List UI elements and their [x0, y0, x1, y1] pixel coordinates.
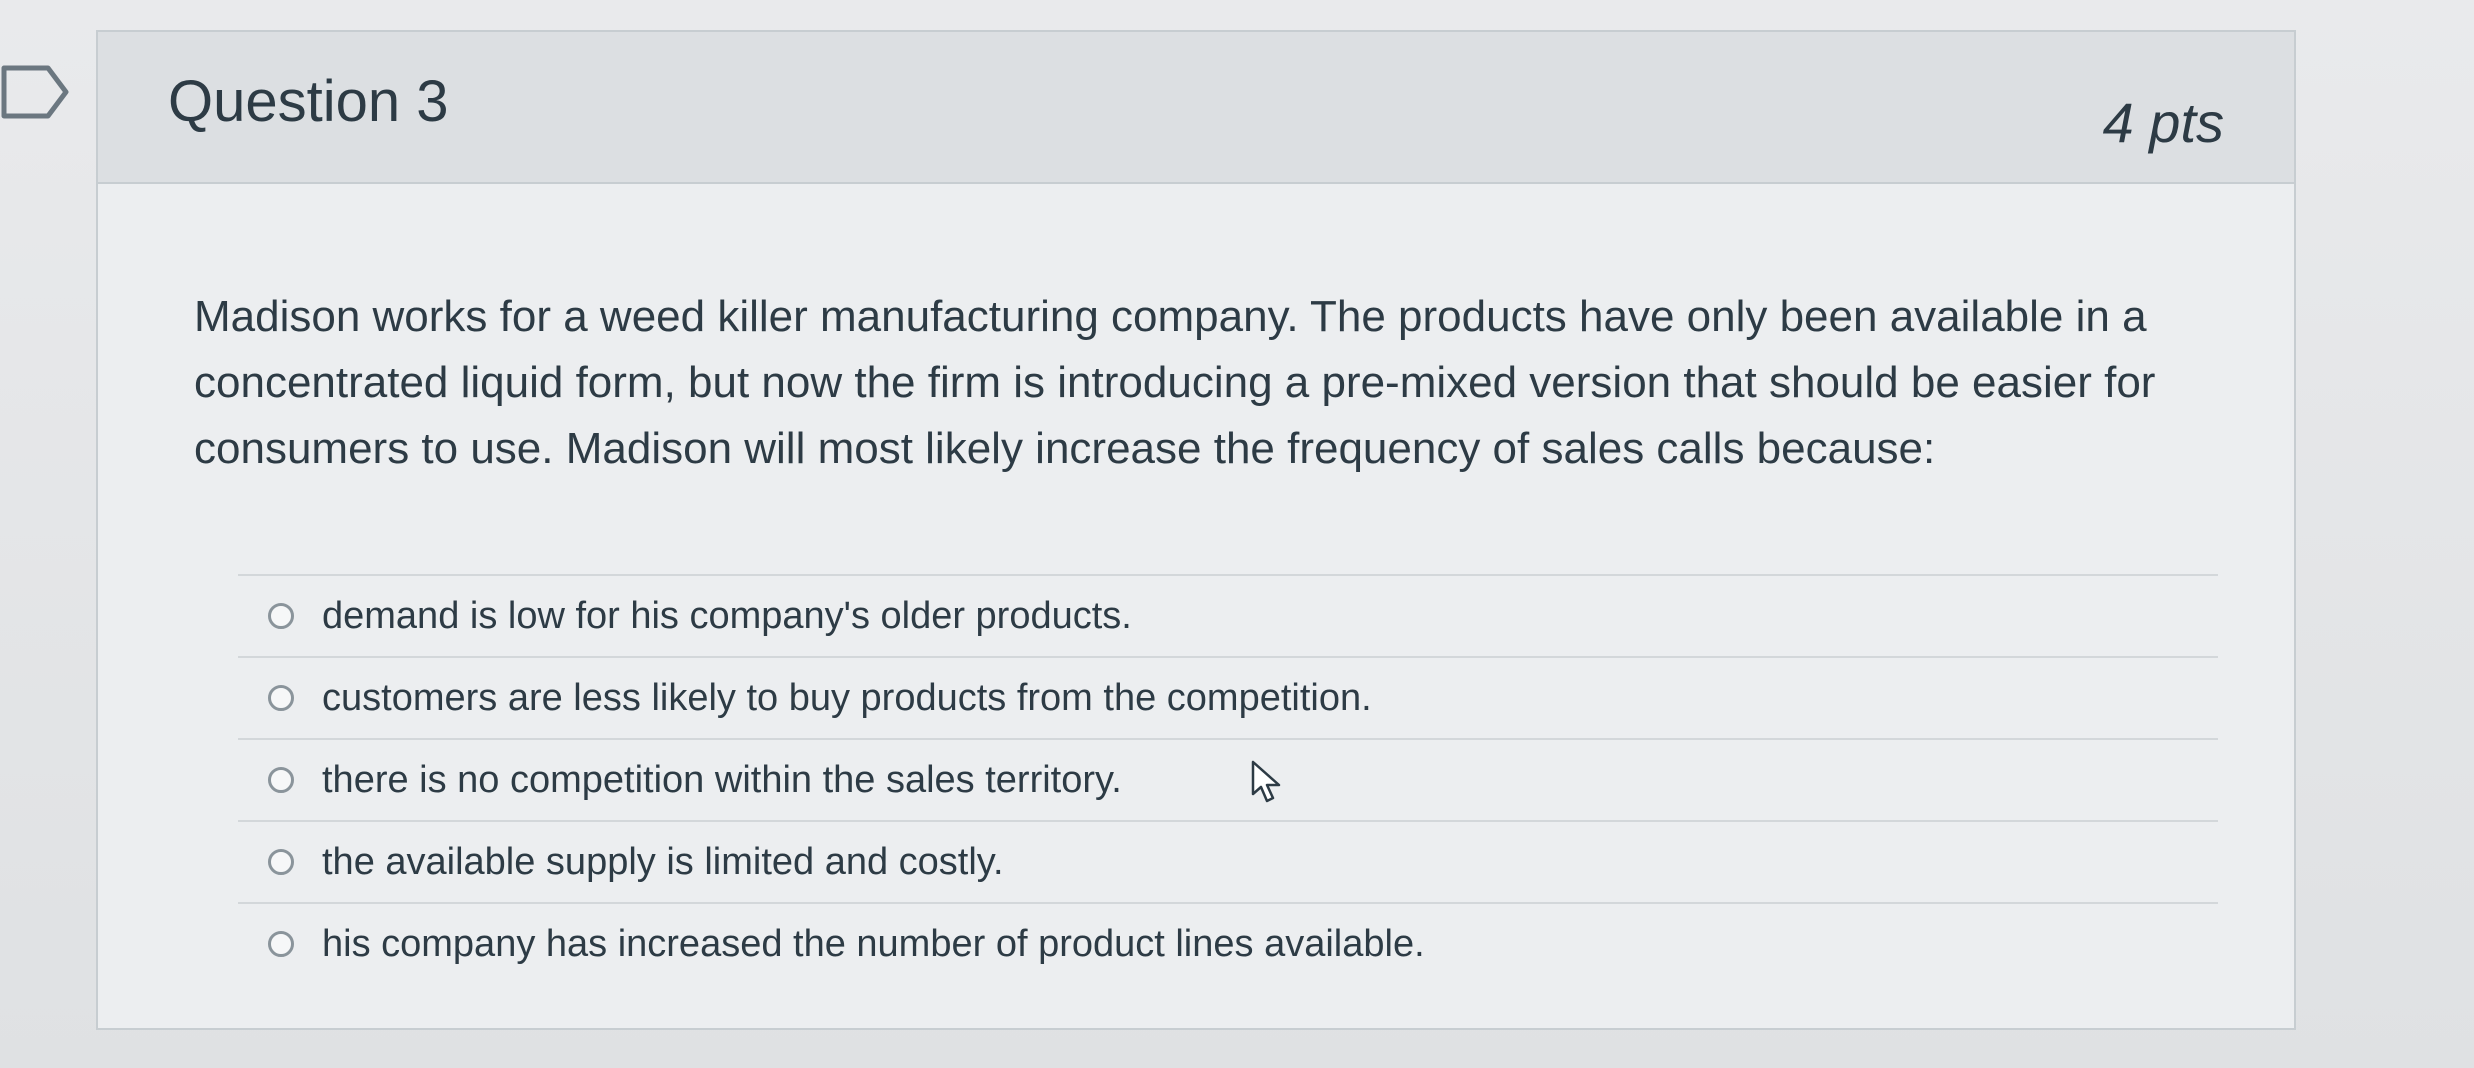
- question-title: Question 3: [168, 69, 449, 134]
- answer-option[interactable]: there is no competition within the sales…: [238, 738, 2218, 820]
- answer-label: demand is low for his company's older pr…: [322, 594, 1132, 637]
- question-body: Madison works for a weed killer manufact…: [98, 184, 2294, 1028]
- radio-button[interactable]: [268, 767, 294, 793]
- quiz-page: Question 3 4 pts Madison works for a wee…: [0, 0, 2474, 1068]
- radio-button[interactable]: [268, 603, 294, 629]
- question-header: Question 3 4 pts: [98, 32, 2294, 184]
- question-text: Madison works for a weed killer manufact…: [194, 292, 2156, 473]
- answer-list: demand is low for his company's older pr…: [238, 574, 2218, 984]
- mouse-cursor-icon: [1251, 760, 1281, 803]
- answer-option[interactable]: demand is low for his company's older pr…: [238, 574, 2218, 656]
- radio-button[interactable]: [268, 685, 294, 711]
- answer-option[interactable]: customers are less likely to buy product…: [238, 656, 2218, 738]
- answer-option[interactable]: his company has increased the number of …: [238, 902, 2218, 984]
- radio-button[interactable]: [268, 849, 294, 875]
- question-points: 4 pts: [2102, 91, 2224, 154]
- answer-option[interactable]: the available supply is limited and cost…: [238, 820, 2218, 902]
- answer-label: customers are less likely to buy product…: [322, 676, 1372, 719]
- question-card: Question 3 4 pts Madison works for a wee…: [96, 30, 2296, 1030]
- answer-label: there is no competition within the sales…: [322, 758, 1122, 801]
- answer-label: the available supply is limited and cost…: [322, 840, 1004, 883]
- radio-button[interactable]: [268, 931, 294, 957]
- answer-label: his company has increased the number of …: [322, 922, 1425, 965]
- bookmark-icon[interactable]: [0, 62, 72, 122]
